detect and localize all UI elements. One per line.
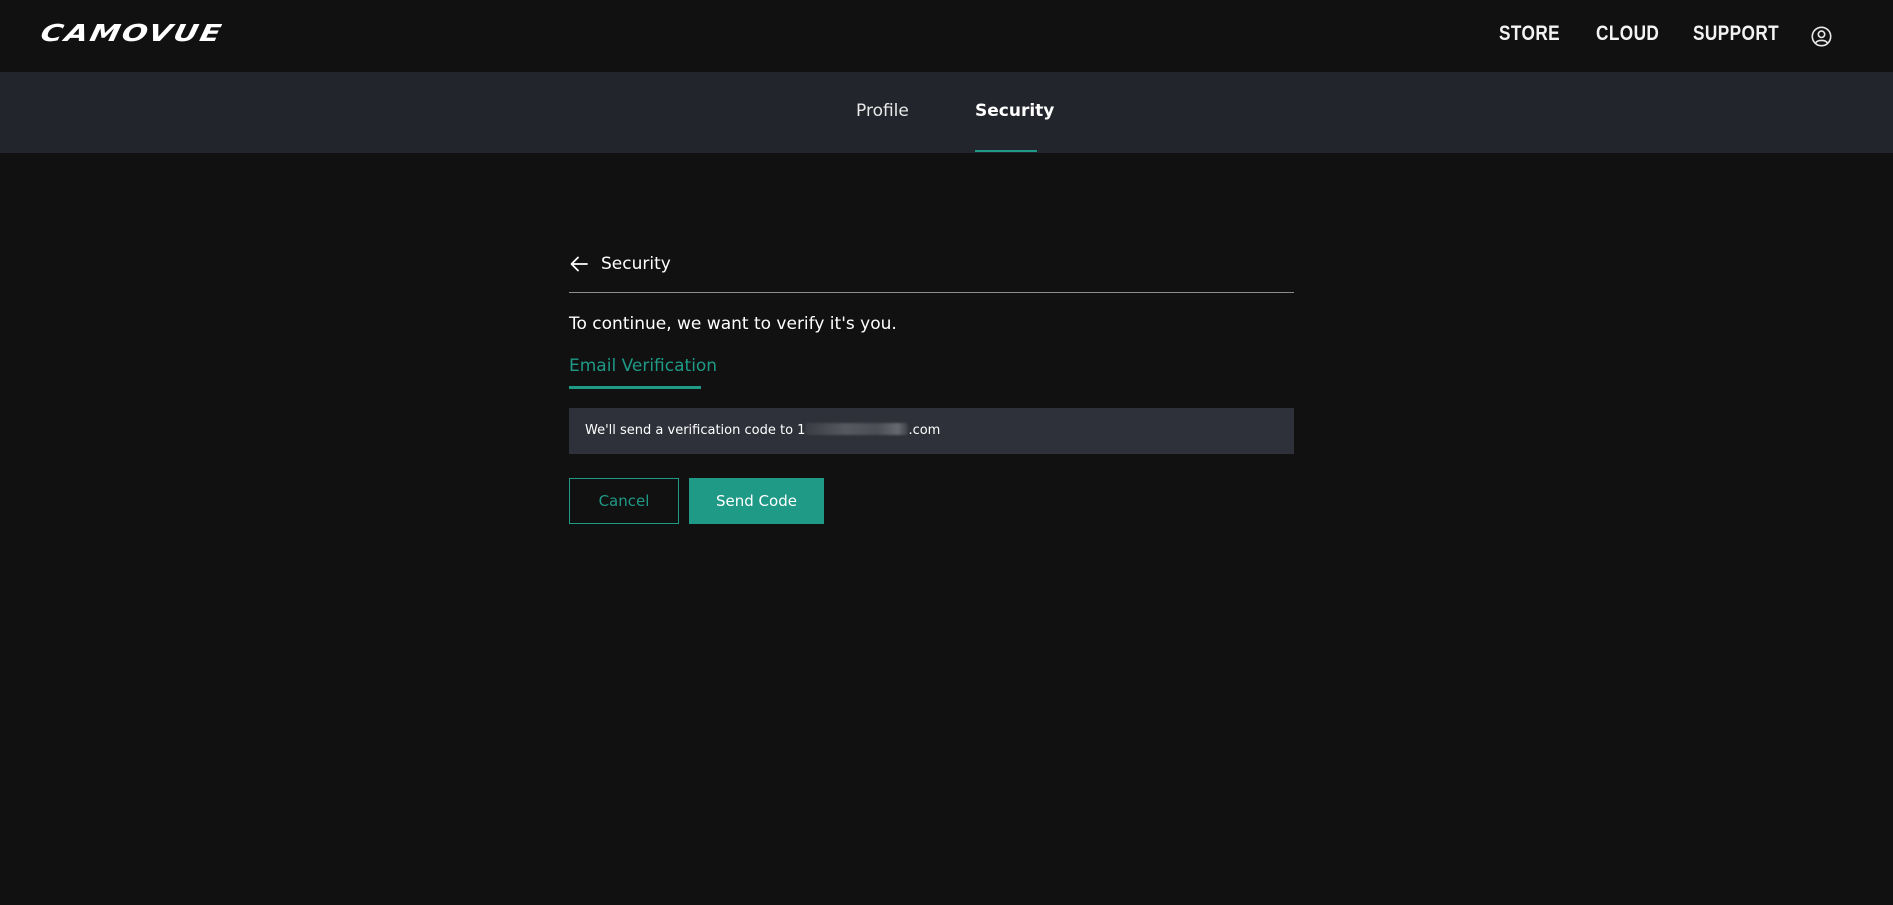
arrow-left-icon[interactable] [569,255,589,273]
section-divider [569,292,1294,293]
info-text-prefix: We'll send a verification code to 1 [585,423,806,438]
nav-support-link[interactable]: SUPPORT [1693,22,1779,46]
verification-info-text: We'll send a verification code to 1 .com [585,423,940,438]
section-title: Security [601,254,671,274]
camovue-logo[interactable]: CAMOVUE [38,20,225,47]
tab-profile[interactable]: Profile [856,101,909,121]
verification-info-box: We'll send a verification code to 1 .com [569,408,1294,454]
info-text-suffix: .com [908,423,941,438]
tab-security[interactable]: Security [975,101,1054,121]
tab-email-verification[interactable]: Email Verification [569,356,717,376]
cancel-button[interactable]: Cancel [569,478,679,524]
method-tab-indicator [569,386,701,389]
nav-cloud-link[interactable]: CLOUD [1596,22,1659,46]
top-header: CAMOVUE STORE CLOUD SUPPORT [0,0,1893,72]
masked-email [805,423,909,435]
send-code-button[interactable]: Send Code [689,478,824,524]
account-tab-bar: Profile Security [0,72,1893,153]
user-circle-icon[interactable] [1811,26,1832,47]
nav-store-link[interactable]: STORE [1499,22,1560,46]
verification-prompt: To continue, we want to verify it's you. [569,314,897,334]
active-tab-indicator [975,150,1037,152]
